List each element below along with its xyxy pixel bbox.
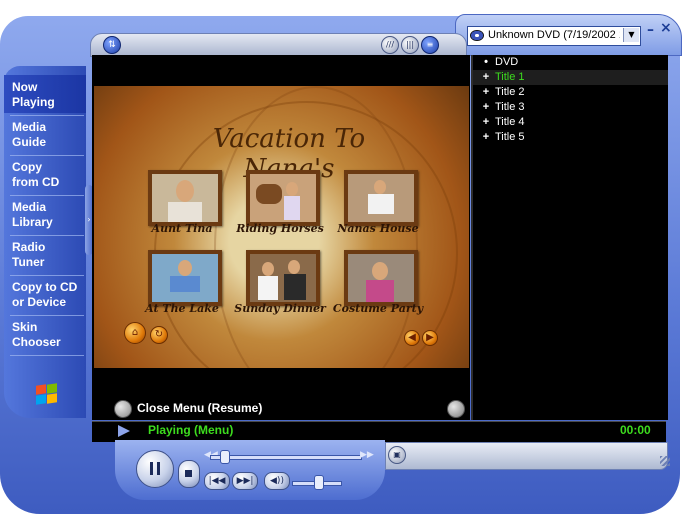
close-button[interactable]: × bbox=[660, 20, 672, 36]
playlist-item-title-4[interactable]: + Title 4 bbox=[473, 115, 668, 130]
fullscreen-icon[interactable] bbox=[447, 400, 465, 418]
previous-page-icon[interactable]: ◀ bbox=[404, 330, 420, 346]
expand-icon[interactable]: + bbox=[481, 70, 491, 85]
playlist-item-label: Title 3 bbox=[495, 101, 525, 113]
pause-icon-bar bbox=[157, 462, 160, 475]
playlist-item-title-5[interactable]: + Title 5 bbox=[473, 130, 668, 145]
next-page-icon[interactable]: ▶ bbox=[422, 330, 438, 346]
chapter-thumbnail-sunday-dinner[interactable] bbox=[246, 250, 320, 306]
task-skin-chooser[interactable]: Skin Chooser bbox=[12, 320, 82, 350]
pause-button[interactable] bbox=[136, 450, 174, 488]
pause-icon bbox=[150, 462, 153, 475]
stop-icon bbox=[185, 470, 192, 477]
playlist-panel: • DVD + Title 1 + Title 2 + Title 3 + Ti… bbox=[471, 55, 668, 420]
close-menu-button[interactable]: Close Menu (Resume) bbox=[137, 398, 262, 418]
playlist-item-label: Title 4 bbox=[495, 116, 525, 128]
playlist-item-title-2[interactable]: + Title 2 bbox=[473, 85, 668, 100]
chapter-label-nanas-house[interactable]: Nanas House bbox=[328, 222, 428, 235]
compact-mode-icon[interactable]: ▣ bbox=[388, 446, 406, 464]
chapter-thumbnail-riding-horses[interactable] bbox=[246, 170, 320, 226]
previous-button[interactable]: |◀◀ bbox=[204, 472, 230, 490]
chapter-label-riding-horses[interactable]: Riding Horses bbox=[230, 222, 330, 235]
task-separator bbox=[10, 155, 84, 156]
volume-thumb[interactable] bbox=[314, 475, 324, 490]
task-copy-to-cd[interactable]: Copy to CD or Device bbox=[12, 280, 82, 310]
bottom-right-panel bbox=[385, 442, 668, 470]
playlist-item-label: Title 2 bbox=[495, 86, 525, 98]
playlist-item-label: DVD bbox=[495, 56, 519, 68]
fast-forward-icon[interactable]: ▶▶ bbox=[360, 450, 374, 460]
dvd-selector[interactable]: Unknown DVD (7/19/2002 1 ▼ bbox=[467, 26, 641, 46]
next-button[interactable]: ▶▶| bbox=[232, 472, 258, 490]
task-media-guide[interactable]: Media Guide bbox=[12, 120, 82, 150]
playlist-icon[interactable]: ≡ bbox=[421, 36, 439, 54]
chapter-thumbnail-at-the-lake[interactable] bbox=[148, 250, 222, 306]
task-radio-tuner[interactable]: Radio Tuner bbox=[12, 240, 82, 270]
resize-grip-icon[interactable] bbox=[660, 456, 670, 466]
task-separator bbox=[10, 275, 84, 276]
windows-logo-icon bbox=[36, 383, 58, 405]
minimize-button[interactable]: – bbox=[647, 22, 654, 38]
elapsed-time: 00:00 bbox=[620, 423, 651, 437]
chapter-thumbnail-nanas-house[interactable] bbox=[344, 170, 418, 226]
expand-icon[interactable]: + bbox=[481, 115, 491, 130]
mute-button[interactable]: ◀)) bbox=[264, 472, 290, 490]
chapter-label-aunt-tina[interactable]: Aunt Tina bbox=[132, 222, 232, 235]
playlist-item-label: Title 1 bbox=[495, 71, 525, 83]
seek-bar[interactable] bbox=[210, 455, 362, 460]
stop-button[interactable] bbox=[178, 460, 200, 488]
task-separator bbox=[10, 355, 84, 356]
menu-toggle-icon[interactable]: ⇅ bbox=[103, 36, 121, 54]
task-separator bbox=[10, 235, 84, 236]
playlist-item-label: Title 5 bbox=[495, 131, 525, 143]
playlist-item-title-1[interactable]: + Title 1 bbox=[473, 70, 668, 85]
task-copy-from-cd[interactable]: Copy from CD bbox=[12, 160, 82, 190]
playlist-item-title-3[interactable]: + Title 3 bbox=[473, 100, 668, 115]
chevron-down-icon[interactable]: ▼ bbox=[623, 28, 639, 42]
close-menu-icon[interactable] bbox=[114, 400, 132, 418]
equalizer-icon[interactable]: ||| bbox=[401, 36, 419, 54]
dvd-menu: Vacation To Nana's Aunt Tina Riding Hors… bbox=[94, 86, 469, 368]
seek-thumb[interactable] bbox=[220, 450, 230, 464]
task-separator bbox=[10, 195, 84, 196]
chapter-thumbnail-aunt-tina[interactable] bbox=[148, 170, 222, 226]
chapter-label-at-the-lake[interactable]: At The Lake bbox=[132, 302, 232, 315]
task-separator bbox=[10, 315, 84, 316]
task-media-library[interactable]: Media Library bbox=[12, 200, 82, 230]
expand-icon[interactable]: + bbox=[481, 130, 491, 145]
playlist-item-dvd[interactable]: • DVD bbox=[473, 55, 668, 70]
home-icon[interactable]: ⌂ bbox=[124, 322, 146, 344]
bullet-icon: • bbox=[484, 56, 488, 68]
task-separator bbox=[10, 115, 84, 116]
play-status-icon bbox=[118, 425, 130, 437]
dvd-icon bbox=[470, 30, 484, 41]
chapter-label-sunday-dinner[interactable]: Sunday Dinner bbox=[230, 302, 330, 315]
chapter-thumbnail-costume-party[interactable] bbox=[344, 250, 418, 306]
task-now-playing[interactable]: Now Playing bbox=[12, 80, 82, 110]
visualization-icon[interactable]: /// bbox=[381, 36, 399, 54]
chapter-label-costume-party[interactable]: Costume Party bbox=[328, 302, 428, 315]
expand-icon[interactable]: + bbox=[481, 100, 491, 115]
replay-icon[interactable]: ↻ bbox=[150, 326, 168, 344]
expand-icon[interactable]: + bbox=[481, 85, 491, 100]
dvd-selector-value: Unknown DVD (7/19/2002 1 bbox=[488, 29, 620, 41]
status-text: Playing (Menu) bbox=[148, 423, 234, 437]
